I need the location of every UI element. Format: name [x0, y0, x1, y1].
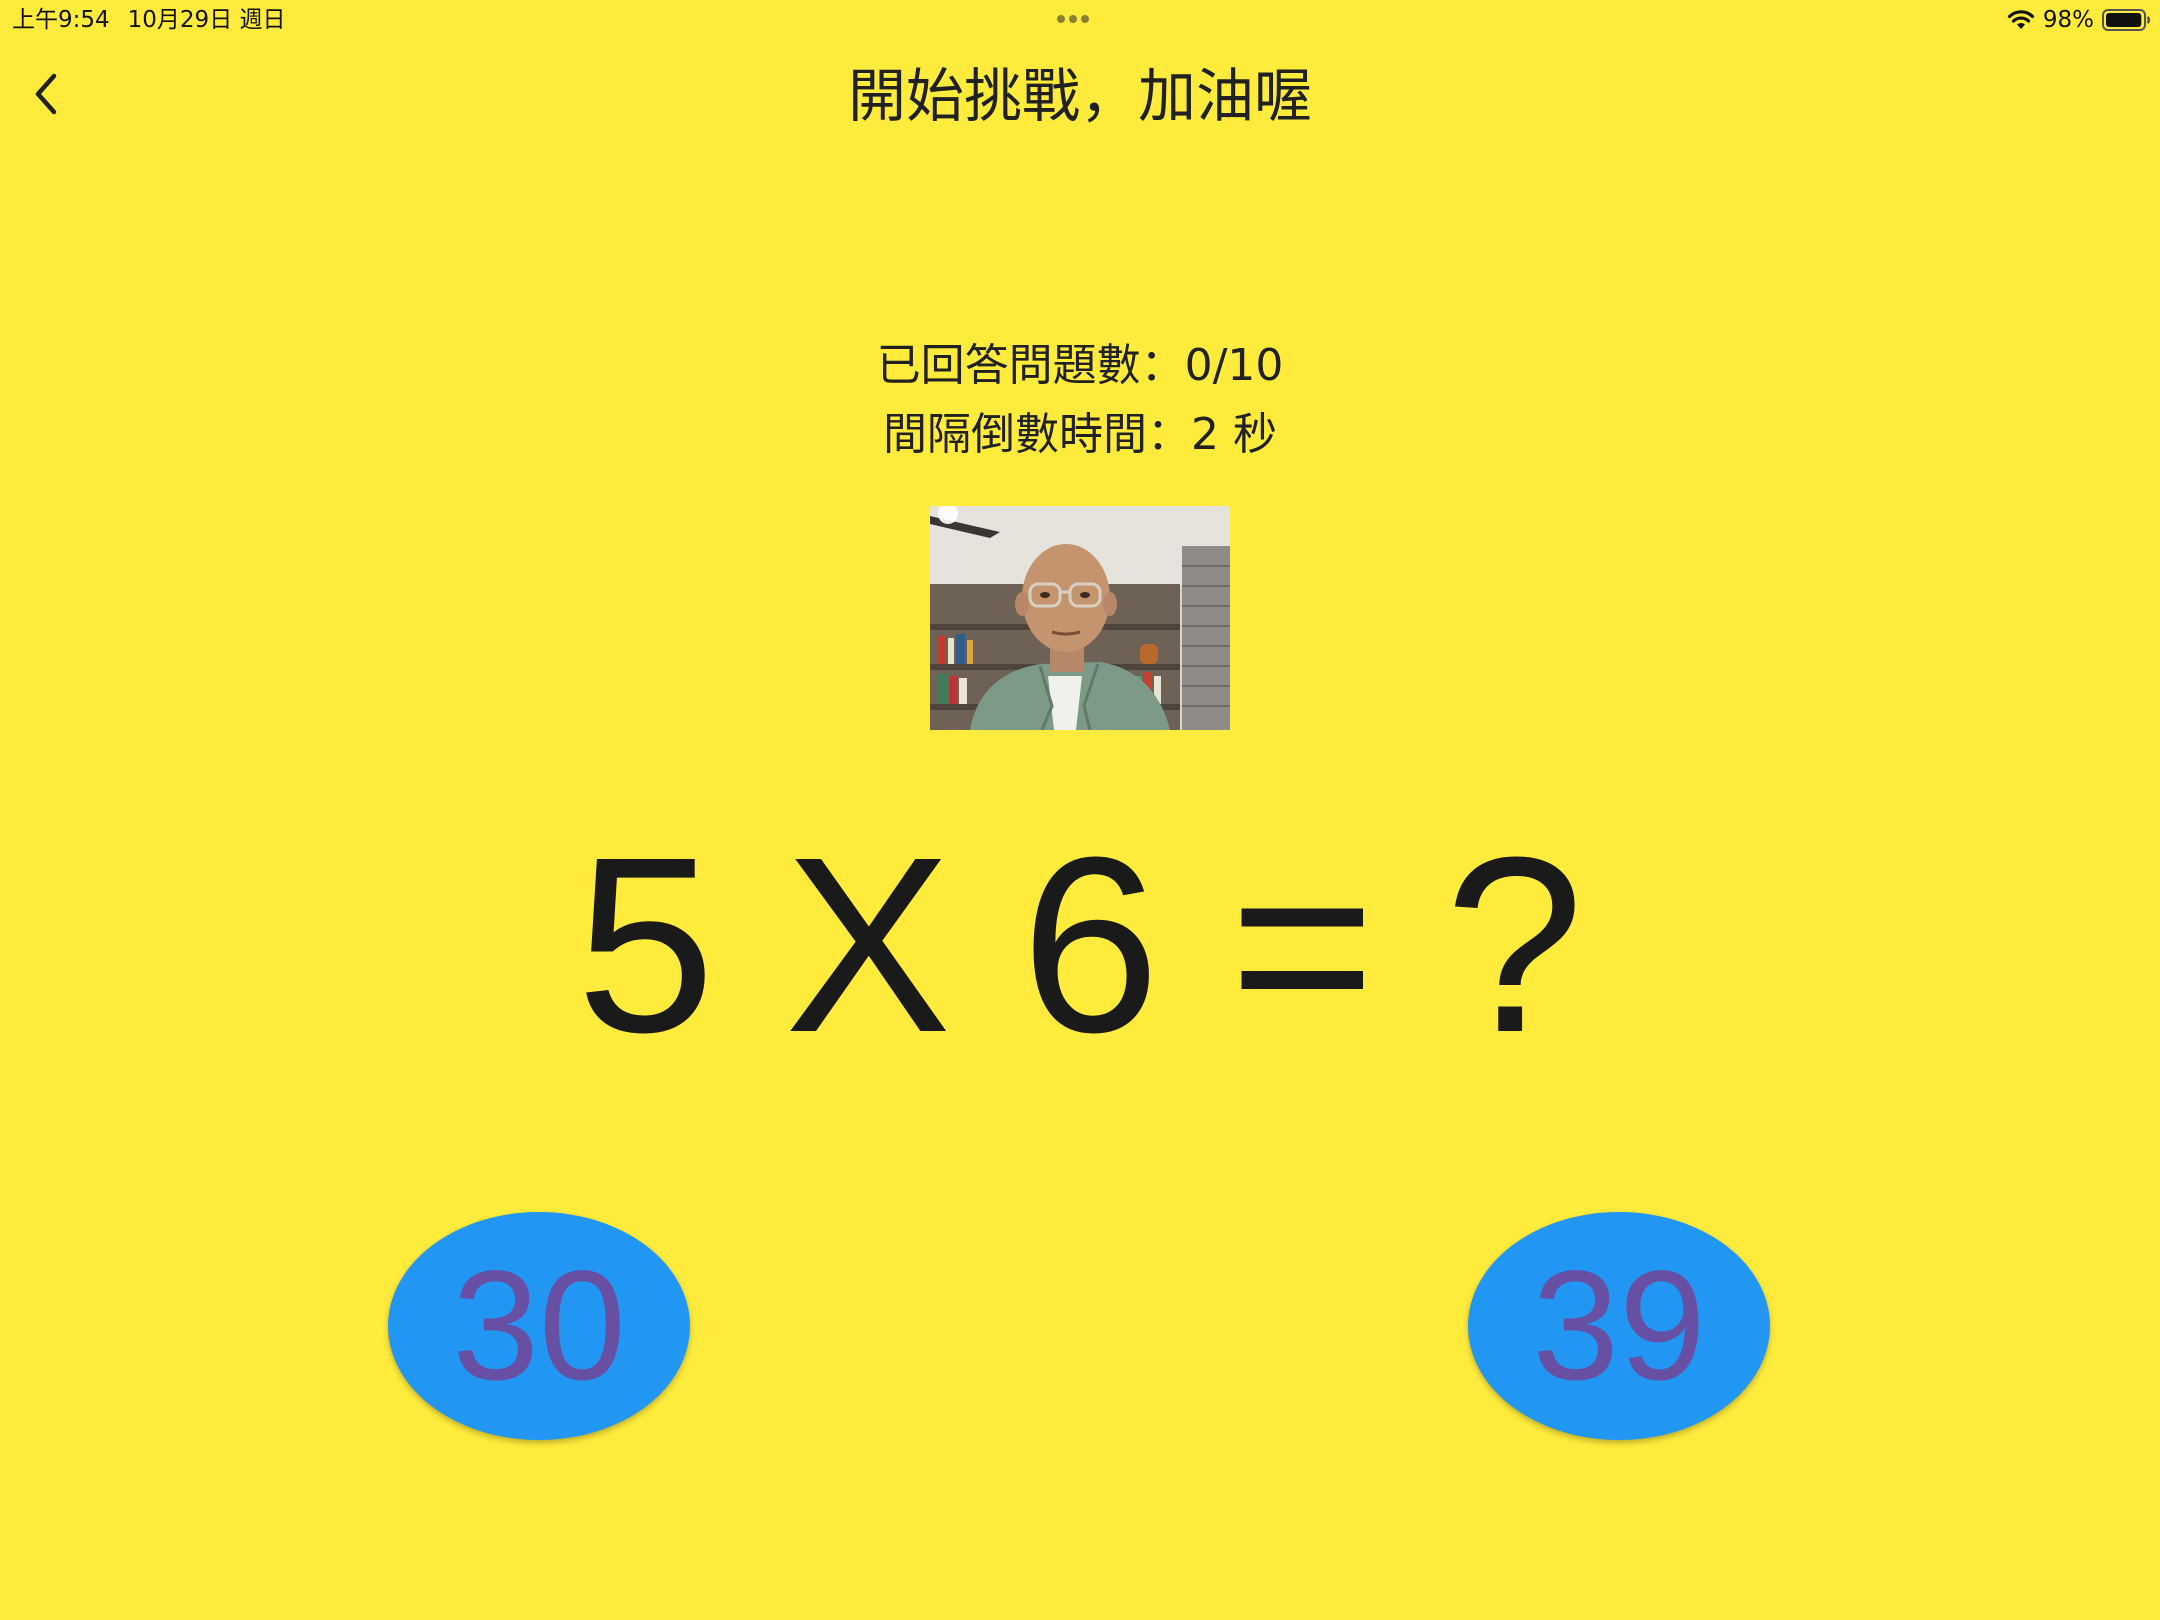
status-date: 10月29日 週日	[127, 7, 286, 33]
countdown-text: 間隔倒數時間：2 秒	[883, 409, 1277, 460]
status-bar-left: 上午9:54 10月29日 週日	[12, 4, 286, 36]
status-bar-right: 98%	[2007, 4, 2152, 36]
camera-preview	[930, 506, 1230, 730]
answer-button-right[interactable]: 39	[1468, 1212, 1770, 1440]
answer-button-left[interactable]: 30	[388, 1212, 690, 1440]
multitasking-dots-icon[interactable]	[1057, 15, 1089, 23]
question-text: 5 X 6 = ?	[576, 805, 1584, 1084]
page-title: 開始挑戰，加油喔	[847, 62, 1312, 130]
answered-count-text: 已回答問題數：0/10	[876, 340, 1284, 391]
battery-percent: 98%	[2042, 7, 2094, 33]
battery-icon	[2102, 8, 2152, 32]
status-time: 上午9:54	[12, 7, 110, 33]
wifi-icon	[2007, 9, 2035, 31]
